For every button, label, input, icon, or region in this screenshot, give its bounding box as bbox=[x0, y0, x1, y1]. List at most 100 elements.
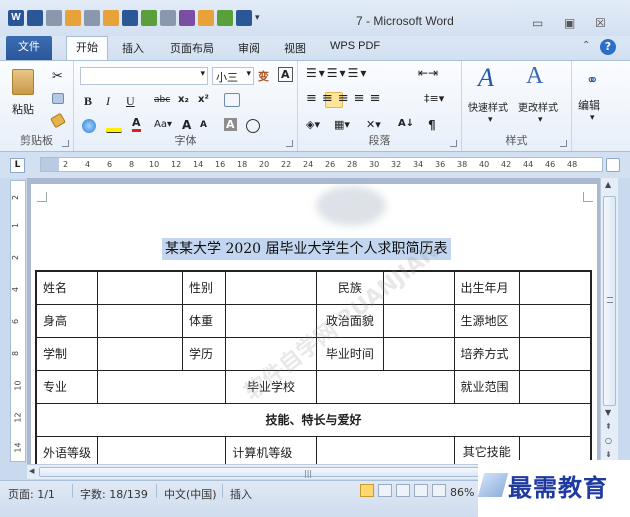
cut-icon[interactable]: ✂ bbox=[52, 69, 63, 84]
font-size-combo[interactable]: 小三 ▾ bbox=[212, 67, 254, 85]
save-icon[interactable] bbox=[27, 10, 43, 26]
italic-button[interactable]: I bbox=[106, 94, 110, 109]
minimize-button[interactable]: ▭ bbox=[532, 16, 543, 30]
table-cell[interactable]: 外语等级 bbox=[35, 435, 99, 464]
line-spacing-icon[interactable]: ‡≡▾ bbox=[424, 92, 444, 105]
paragraph-launcher-icon[interactable] bbox=[450, 140, 457, 147]
chinese-layout-icon[interactable]: ✕▾ bbox=[366, 118, 381, 131]
outline-view-icon[interactable] bbox=[414, 484, 428, 497]
table-cell[interactable] bbox=[315, 435, 455, 464]
superscript-button[interactable]: x² bbox=[198, 94, 209, 105]
table-cell[interactable] bbox=[97, 336, 184, 371]
bold-button[interactable]: B bbox=[84, 94, 92, 109]
table-cell[interactable]: 出生年月 bbox=[453, 270, 521, 305]
page-indicator[interactable]: 页面: 1/1 bbox=[8, 486, 55, 502]
edit-button[interactable]: 编辑 bbox=[578, 97, 600, 113]
strikethrough-button[interactable]: abc bbox=[154, 95, 170, 105]
full-screen-view-icon[interactable] bbox=[378, 484, 392, 497]
shrink-font-button[interactable]: A bbox=[200, 120, 207, 130]
vertical-ruler[interactable]: 2 1 2 4 6 8 10 12 14 bbox=[10, 180, 26, 462]
resume-table[interactable]: 姓名 性别 民族 出生年月 身高 体重 政治面貌 生源地区 学制 学历 毕业时间… bbox=[35, 270, 592, 464]
network-icon[interactable] bbox=[236, 10, 252, 26]
word-count[interactable]: 字数: 18/139 bbox=[80, 486, 148, 502]
insert-mode-indicator[interactable]: 插入 bbox=[230, 486, 252, 502]
table-cell[interactable]: 培养方式 bbox=[453, 336, 521, 371]
font-launcher-icon[interactable] bbox=[286, 140, 293, 147]
char-shading-icon[interactable]: A bbox=[224, 118, 237, 131]
pinyin-guide-button[interactable]: 变 bbox=[258, 68, 269, 84]
tab-review[interactable]: 审阅 bbox=[238, 40, 260, 56]
help-icon[interactable]: ? bbox=[600, 39, 616, 55]
undo-icon[interactable] bbox=[46, 10, 62, 26]
maximize-button[interactable]: ▣ bbox=[564, 16, 575, 30]
tab-page-layout[interactable]: 页面布局 bbox=[170, 40, 214, 56]
table-cell[interactable] bbox=[519, 270, 592, 305]
table-cell[interactable]: 学制 bbox=[35, 336, 99, 371]
table-cell[interactable]: 学历 bbox=[182, 336, 227, 371]
paste-button[interactable]: 粘贴 bbox=[12, 101, 34, 117]
ruler-scale[interactable]: 2 4 6 8 10 12 14 16 18 20 22 24 26 28 30… bbox=[40, 157, 603, 172]
binoculars-icon[interactable]: ⚭ bbox=[586, 71, 599, 89]
change-case-icon[interactable]: Aa▾ bbox=[154, 119, 172, 130]
web-layout-view-icon[interactable] bbox=[396, 484, 410, 497]
word-app-icon[interactable]: W bbox=[8, 10, 24, 26]
char-border-button[interactable]: A bbox=[278, 67, 293, 82]
spelling-icon[interactable] bbox=[179, 10, 195, 26]
open-folder-icon[interactable] bbox=[103, 10, 119, 26]
vertical-scroll-thumb[interactable] bbox=[603, 196, 616, 406]
tab-file[interactable]: 文件 bbox=[6, 36, 52, 60]
new-document-icon[interactable] bbox=[84, 10, 100, 26]
tab-view[interactable]: 视图 bbox=[284, 40, 306, 56]
vertical-scrollbar[interactable]: ▲ ▼ ⇞ ○ ⇟ bbox=[600, 178, 618, 464]
subscript-button[interactable]: x₂ bbox=[178, 94, 189, 105]
copy-icon[interactable] bbox=[52, 93, 64, 104]
scroll-down-icon[interactable]: ▼ bbox=[605, 408, 611, 417]
table-cell[interactable]: 体重 bbox=[182, 303, 227, 338]
clipboard-launcher-icon[interactable] bbox=[62, 140, 69, 147]
table-cell[interactable] bbox=[383, 336, 455, 371]
table-cell[interactable]: 专业 bbox=[35, 369, 99, 404]
table-cell[interactable] bbox=[97, 303, 184, 338]
section-header-cell[interactable]: 技能、特长与爱好 bbox=[35, 402, 592, 437]
font-color-icon[interactable]: A bbox=[132, 117, 141, 132]
change-styles-button[interactable]: 更改样式 bbox=[518, 99, 558, 114]
table-cell[interactable] bbox=[519, 369, 592, 404]
previous-page-icon[interactable]: ⇞ bbox=[605, 422, 612, 431]
table-cell[interactable] bbox=[315, 369, 455, 404]
format-painter-icon[interactable] bbox=[50, 112, 66, 129]
view-ruler-icon[interactable] bbox=[606, 158, 620, 172]
scroll-up-icon[interactable]: ▲ bbox=[605, 180, 611, 189]
table-cell[interactable] bbox=[97, 435, 227, 464]
document-page[interactable]: 某某大学 2020 届毕业大学生个人求职简历表 姓名 性别 民族 出生年月 身高… bbox=[31, 184, 597, 464]
styles-launcher-icon[interactable] bbox=[560, 140, 567, 147]
table-cell[interactable]: 就业范围 bbox=[453, 369, 521, 404]
sort-icon[interactable]: A↓ bbox=[398, 118, 414, 129]
draw-table-icon[interactable] bbox=[217, 10, 233, 26]
table-cell[interactable] bbox=[519, 336, 592, 371]
highlight-icon[interactable] bbox=[106, 119, 122, 133]
shading-icon[interactable]: ◈▾ bbox=[306, 118, 320, 131]
zoom-page-icon[interactable] bbox=[160, 10, 176, 26]
tab-wps-pdf[interactable]: WPS PDF bbox=[330, 40, 380, 52]
next-page-icon[interactable]: ⇟ bbox=[605, 450, 612, 459]
font-name-combo[interactable]: ▾ bbox=[80, 67, 208, 85]
print-layout-view-icon[interactable] bbox=[360, 484, 374, 497]
show-marks-icon[interactable]: ¶ bbox=[428, 118, 436, 132]
paste-icon[interactable] bbox=[12, 69, 34, 95]
scroll-left-icon[interactable]: ◀ bbox=[29, 467, 34, 475]
quick-styles-button[interactable]: 快速样式 bbox=[468, 99, 508, 114]
customize-qat-icon[interactable]: ▾ bbox=[255, 10, 263, 26]
underline-button[interactable]: U bbox=[126, 94, 135, 109]
table-cell[interactable] bbox=[97, 369, 227, 404]
grow-font-button[interactable]: A bbox=[182, 118, 191, 132]
table-cell[interactable]: 性别 bbox=[182, 270, 227, 305]
clear-formatting-icon[interactable] bbox=[224, 93, 240, 107]
close-button[interactable]: ☒ bbox=[595, 16, 606, 30]
language-indicator[interactable]: 中文(中国) bbox=[164, 486, 217, 502]
select-browse-object-icon[interactable]: ○ bbox=[605, 436, 612, 445]
table-cell[interactable] bbox=[383, 303, 455, 338]
format-painter-icon[interactable] bbox=[198, 10, 214, 26]
table-cell[interactable] bbox=[519, 303, 592, 338]
collapse-ribbon-icon[interactable]: ⌃ bbox=[582, 40, 590, 51]
bullets-icon[interactable]: ☰▾☰▾☰▾ bbox=[306, 66, 368, 80]
